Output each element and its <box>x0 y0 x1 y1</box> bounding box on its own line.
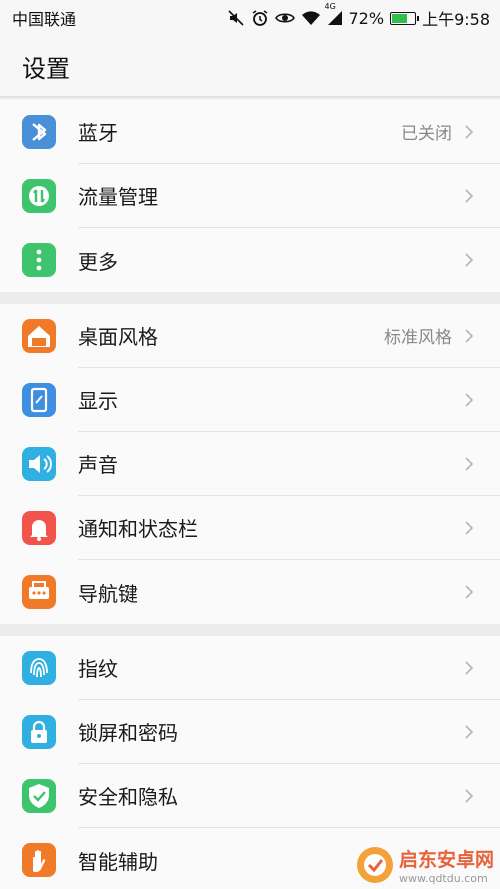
row-label: 桌面风格 <box>78 325 158 349</box>
navigation-key-icon <box>22 575 56 609</box>
row-label: 指纹 <box>78 657 118 681</box>
mute-icon <box>227 8 245 28</box>
settings-row[interactable]: 蓝牙 已关闭 <box>0 100 500 164</box>
network-type-label: 4G <box>324 2 336 11</box>
watermark-url: www.qdtdu.com <box>398 872 488 885</box>
chevron-right-icon <box>464 124 474 140</box>
alarm-icon <box>251 8 269 28</box>
row-content: 蓝牙 已关闭 <box>78 100 500 164</box>
settings-group: 蓝牙 已关闭流量管理更多 <box>0 100 500 292</box>
lock-icon <box>22 715 56 749</box>
row-label: 通知和状态栏 <box>78 517 198 541</box>
row-content: 通知和状态栏 <box>78 496 500 560</box>
row-value: 已关闭 <box>401 124 452 144</box>
row-label: 导航键 <box>78 581 138 606</box>
row-content: 显示 <box>78 368 500 432</box>
settings-row[interactable]: 锁屏和密码 <box>0 700 500 764</box>
settings-row[interactable]: 指纹 <box>0 636 500 700</box>
watermark-text: 启东安卓网 <box>398 849 494 871</box>
settings-row[interactable]: 声音 <box>0 432 500 496</box>
row-content: 导航键 <box>78 560 500 624</box>
settings-row[interactable]: 安全和隐私 <box>0 764 500 828</box>
chevron-right-icon <box>464 724 474 740</box>
status-icons: 4G 72% 上午9:58 <box>227 2 490 30</box>
group-divider <box>0 292 500 304</box>
fingerprint-icon <box>22 651 56 685</box>
chevron-right-icon <box>464 328 474 344</box>
chevron-right-icon <box>464 188 474 204</box>
row-content: 锁屏和密码 <box>78 700 500 764</box>
row-label: 更多 <box>78 249 118 274</box>
row-content: 桌面风格 标准风格 <box>78 304 500 368</box>
home-icon <box>22 319 56 353</box>
title-bar: 设置 <box>0 36 500 98</box>
more-icon <box>22 243 56 277</box>
chevron-right-icon <box>464 520 474 536</box>
battery-icon <box>390 11 420 25</box>
status-bar: 中国联通 4G 72% 上午9:58 <box>0 0 500 36</box>
chevron-right-icon <box>464 392 474 408</box>
battery-fill <box>392 13 408 23</box>
row-label: 蓝牙 <box>78 121 118 145</box>
row-content: 声音 <box>78 432 500 496</box>
chevron-right-icon <box>464 584 474 600</box>
sound-icon <box>22 447 56 481</box>
row-value: 标准风格 <box>384 328 452 348</box>
battery-percent: 72% <box>348 8 385 28</box>
settings-row[interactable]: 通知和状态栏 <box>0 496 500 560</box>
group-divider <box>0 624 500 636</box>
wifi-icon <box>301 8 321 28</box>
bluetooth-icon <box>22 115 56 149</box>
hand-icon <box>22 843 56 877</box>
clock: 上午9:58 <box>422 10 490 29</box>
data-usage-icon <box>22 179 56 213</box>
chevron-right-icon <box>464 252 474 268</box>
bell-icon <box>22 511 56 545</box>
row-label: 显示 <box>78 389 118 413</box>
row-label: 锁屏和密码 <box>78 721 178 745</box>
settings-row[interactable]: 显示 <box>0 368 500 432</box>
shield-icon <box>22 779 56 813</box>
cellular-signal-icon: 4G <box>325 2 343 28</box>
display-icon <box>22 383 56 417</box>
carrier-label: 中国联通 <box>12 10 77 29</box>
settings-list: 蓝牙 已关闭流量管理更多桌面风格 标准风格显示声音通知和状态栏 导航键指纹锁屏和密码安… <box>0 100 500 889</box>
settings-row[interactable]: 桌面风格 标准风格 <box>0 304 500 368</box>
row-content: 指纹 <box>78 636 500 700</box>
chevron-right-icon <box>464 788 474 804</box>
row-label: 安全和隐私 <box>78 785 178 809</box>
row-label: 声音 <box>78 453 118 477</box>
chevron-right-icon <box>464 456 474 472</box>
settings-row[interactable]: 流量管理 <box>0 164 500 228</box>
settings-row[interactable]: 导航键 <box>0 560 500 624</box>
chevron-right-icon <box>464 660 474 676</box>
settings-row[interactable]: 更多 <box>0 228 500 292</box>
watermark: 启东安卓网 www.qdtdu.com <box>355 845 494 885</box>
eye-icon <box>274 8 295 28</box>
settings-group: 桌面风格 标准风格显示声音通知和状态栏 导航键 <box>0 304 500 624</box>
row-label: 流量管理 <box>78 185 158 209</box>
row-content: 更多 <box>78 228 500 292</box>
row-content: 安全和隐私 <box>78 764 500 828</box>
row-content: 流量管理 <box>78 164 500 228</box>
watermark-logo-icon <box>356 847 393 883</box>
page-title: 设置 <box>22 54 70 83</box>
